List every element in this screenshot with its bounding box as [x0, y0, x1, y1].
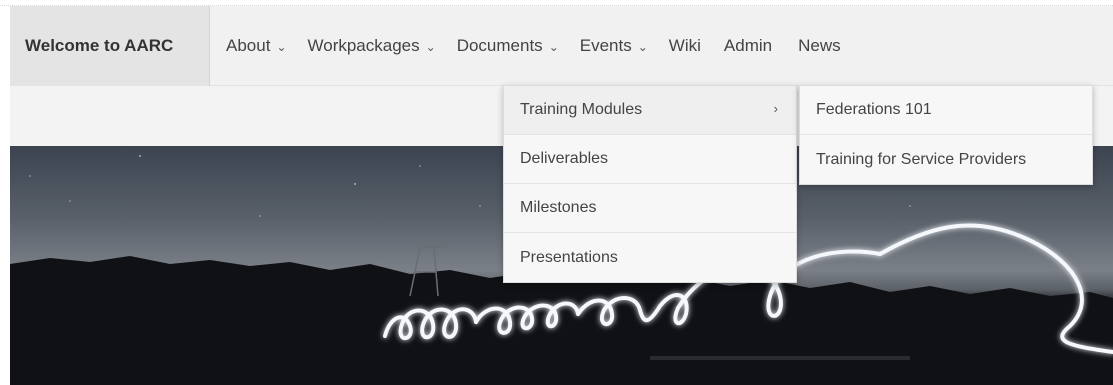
- nav-item-label: Workpackages: [307, 36, 420, 55]
- chevron-down-icon: ⌄: [637, 40, 648, 54]
- menu-item-label: Presentations: [520, 248, 618, 266]
- menu-item-deliverables[interactable]: Deliverables: [504, 135, 796, 184]
- nav-item-news[interactable]: News: [798, 6, 841, 56]
- nav-item-wiki[interactable]: Wiki: [669, 6, 701, 56]
- nav-item-label: About: [226, 36, 271, 55]
- nav-item-label: News: [798, 36, 841, 55]
- submenu-item-training-service-providers[interactable]: Training for Service Providers: [800, 135, 1092, 184]
- training-modules-submenu: Federations 101 Training for Service Pro…: [799, 85, 1093, 185]
- nav-item-admin[interactable]: Admin: [724, 6, 772, 56]
- menu-item-milestones[interactable]: Milestones: [504, 184, 796, 233]
- nav-list: Welcome to AARC About ⌄ Workpackages ⌄ Doc…: [10, 6, 841, 86]
- submenu-item-label: Federations 101: [816, 101, 932, 118]
- nav-brand-link[interactable]: Welcome to AARC: [10, 6, 210, 86]
- nav-item-documents[interactable]: Documents ⌄: [457, 6, 559, 56]
- menu-item-label: Milestones: [520, 199, 597, 216]
- menu-item-label: Deliverables: [520, 150, 609, 167]
- chevron-down-icon: ⌄: [276, 40, 287, 54]
- nav-item-label: Wiki: [668, 36, 701, 55]
- nav-item-label: Admin: [723, 36, 773, 55]
- nav-item-events[interactable]: Events ⌄: [580, 6, 648, 56]
- menu-item-label: Training Modules: [520, 101, 643, 118]
- navbar: Welcome to AARC About ⌄ Workpackages ⌄ Doc…: [10, 6, 1113, 86]
- nav-item-label: Events: [579, 36, 632, 55]
- menu-item-training-modules[interactable]: Training Modules ›: [504, 86, 796, 135]
- chevron-down-icon: ⌄: [425, 40, 436, 54]
- documents-dropdown: Training Modules › Deliverables Mileston…: [503, 85, 797, 283]
- chevron-down-icon: ⌄: [548, 40, 559, 54]
- menu-item-presentations[interactable]: Presentations: [504, 233, 796, 282]
- nav-item-label: Documents: [456, 36, 543, 55]
- submenu-item-federations-101[interactable]: Federations 101: [800, 86, 1092, 135]
- nav-item-about[interactable]: About ⌄: [226, 6, 287, 56]
- nav-item-workpackages[interactable]: Workpackages ⌄: [308, 6, 436, 56]
- submenu-item-label: Training for Service Providers: [816, 150, 1027, 168]
- chevron-right-icon: ›: [773, 101, 778, 116]
